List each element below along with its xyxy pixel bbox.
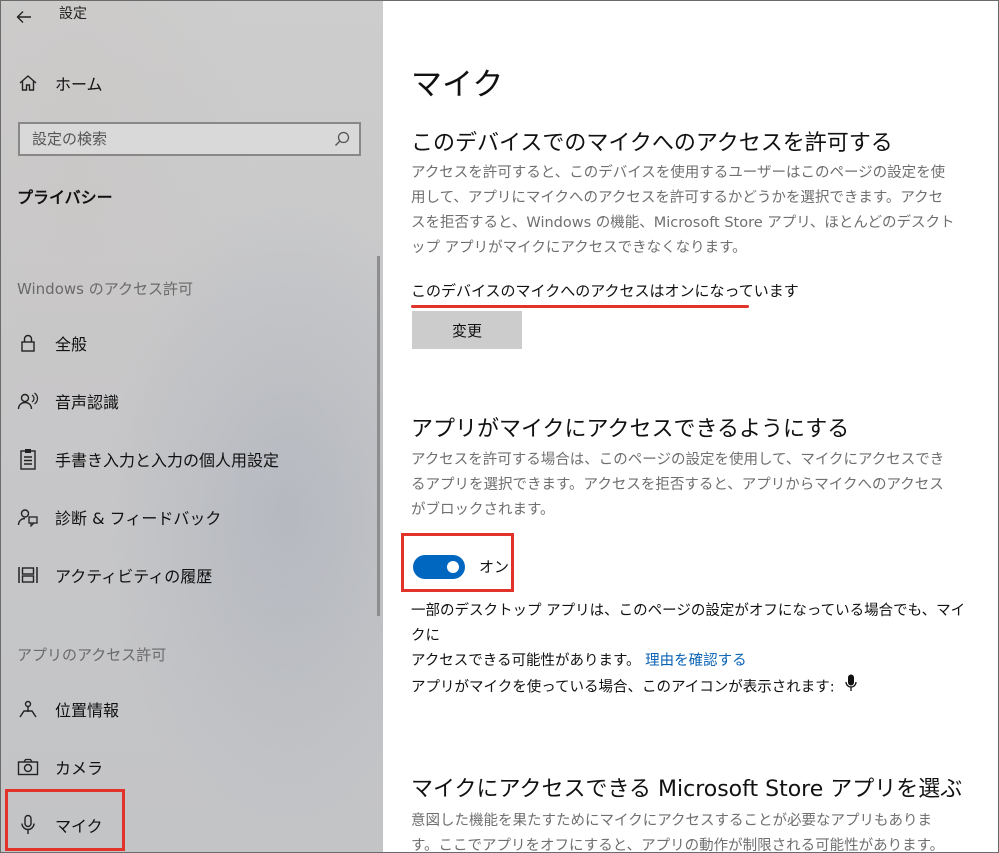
app-access-heading: アプリがマイクにアクセスできるようにする: [411, 417, 850, 442]
sidebar-item-location[interactable]: 位置情報: [1, 689, 383, 729]
section-header-apps: アプリのアクセス許可: [17, 646, 167, 664]
back-arrow-icon[interactable]: [15, 8, 33, 26]
privacy-header: プライバシー: [17, 188, 113, 207]
microphone-indicator-icon: [845, 674, 857, 701]
device-access-status: このデバイスのマイクへのアクセスはオンになっています: [411, 282, 799, 300]
home-icon: [17, 72, 39, 94]
desktop-apps-note-line2: アクセスできる可能性があります。: [411, 653, 641, 669]
lock-icon: [17, 332, 39, 354]
toggle-highlight-box: [401, 533, 514, 592]
icon-note-text: アプリがマイクを使っている場合、このアイコンが表示されます:: [411, 679, 835, 696]
app-title: 設定: [59, 6, 87, 22]
sidebar-item-feedback[interactable]: 診断 & フィードバック: [1, 497, 383, 537]
main-content: マイク このデバイスでのマイクへのアクセスを許可する アクセスを許可すると、この…: [383, 1, 998, 852]
sidebar-item-label: 音声認識: [55, 393, 120, 412]
sidebar-item-label: 位置情報: [55, 701, 120, 720]
sidebar-item-camera[interactable]: カメラ: [1, 747, 383, 787]
location-icon: [17, 698, 39, 720]
sidebar-item-label: カメラ: [55, 759, 104, 778]
sidebar-item-label: 診断 & フィードバック: [55, 509, 222, 528]
sidebar: 設定 ホーム プライバシー Windows のアクセス許可 全般 音声: [1, 1, 383, 852]
microphone-highlight-box: [5, 789, 125, 851]
change-button[interactable]: 変更: [412, 311, 522, 349]
search-input[interactable]: [20, 124, 332, 154]
title-bar: [15, 5, 33, 29]
device-access-description: アクセスを許可すると、このデバイスを使用するユーザーはこのページの設定を使用して…: [411, 165, 955, 256]
feedback-icon: [17, 506, 39, 528]
camera-icon: [17, 756, 39, 778]
app-access-description: アクセスを許可する場合は、このページの設定を使用して、マイクにアクセスできるアプ…: [411, 452, 945, 518]
sidebar-item-label: 手書き入力と入力の個人用設定: [55, 451, 280, 470]
sidebar-item-label: ホーム: [55, 75, 103, 94]
sidebar-item-inking[interactable]: 手書き入力と入力の個人用設定: [1, 439, 383, 479]
desktop-apps-note: 一部のデスクトップ アプリは、このページの設定がオフになっている場合でも、マイク…: [411, 599, 971, 674]
sidebar-item-home[interactable]: ホーム: [1, 63, 383, 103]
device-access-heading: このデバイスでのマイクへのアクセスを許可する: [411, 131, 893, 156]
store-apps-description: 意図した機能を果たすためにマイクにアクセスすることが必要なアプリもあります。ここ…: [411, 813, 945, 853]
page-title: マイク: [411, 67, 504, 103]
desktop-apps-note-line1: 一部のデスクトップ アプリは、このページの設定がオフになっている場合でも、マイク…: [411, 603, 966, 644]
clipboard-icon: [17, 448, 39, 470]
sidebar-item-general[interactable]: 全般: [1, 323, 383, 363]
settings-window: 設定 ホーム プライバシー Windows のアクセス許可 全般 音声: [0, 0, 999, 853]
timeline-icon: [17, 564, 39, 586]
sidebar-item-activity-history[interactable]: アクティビティの履歴: [1, 555, 383, 595]
why-link[interactable]: 理由を確認する: [645, 653, 747, 669]
search-box[interactable]: [18, 122, 361, 156]
store-apps-heading: マイクにアクセスできる Microsoft Store アプリを選ぶ: [411, 777, 963, 802]
sidebar-item-label: アクティビティの履歴: [55, 567, 213, 586]
speech-icon: [17, 390, 39, 412]
sidebar-scrollbar[interactable]: [377, 256, 380, 616]
status-highlight-underline: [411, 305, 749, 308]
sidebar-item-speech[interactable]: 音声認識: [1, 381, 383, 421]
sidebar-item-label: 全般: [55, 335, 88, 354]
search-icon[interactable]: [333, 130, 351, 148]
section-header-windows: Windows のアクセス許可: [17, 280, 193, 298]
icon-note: アプリがマイクを使っている場合、このアイコンが表示されます:: [411, 674, 857, 701]
